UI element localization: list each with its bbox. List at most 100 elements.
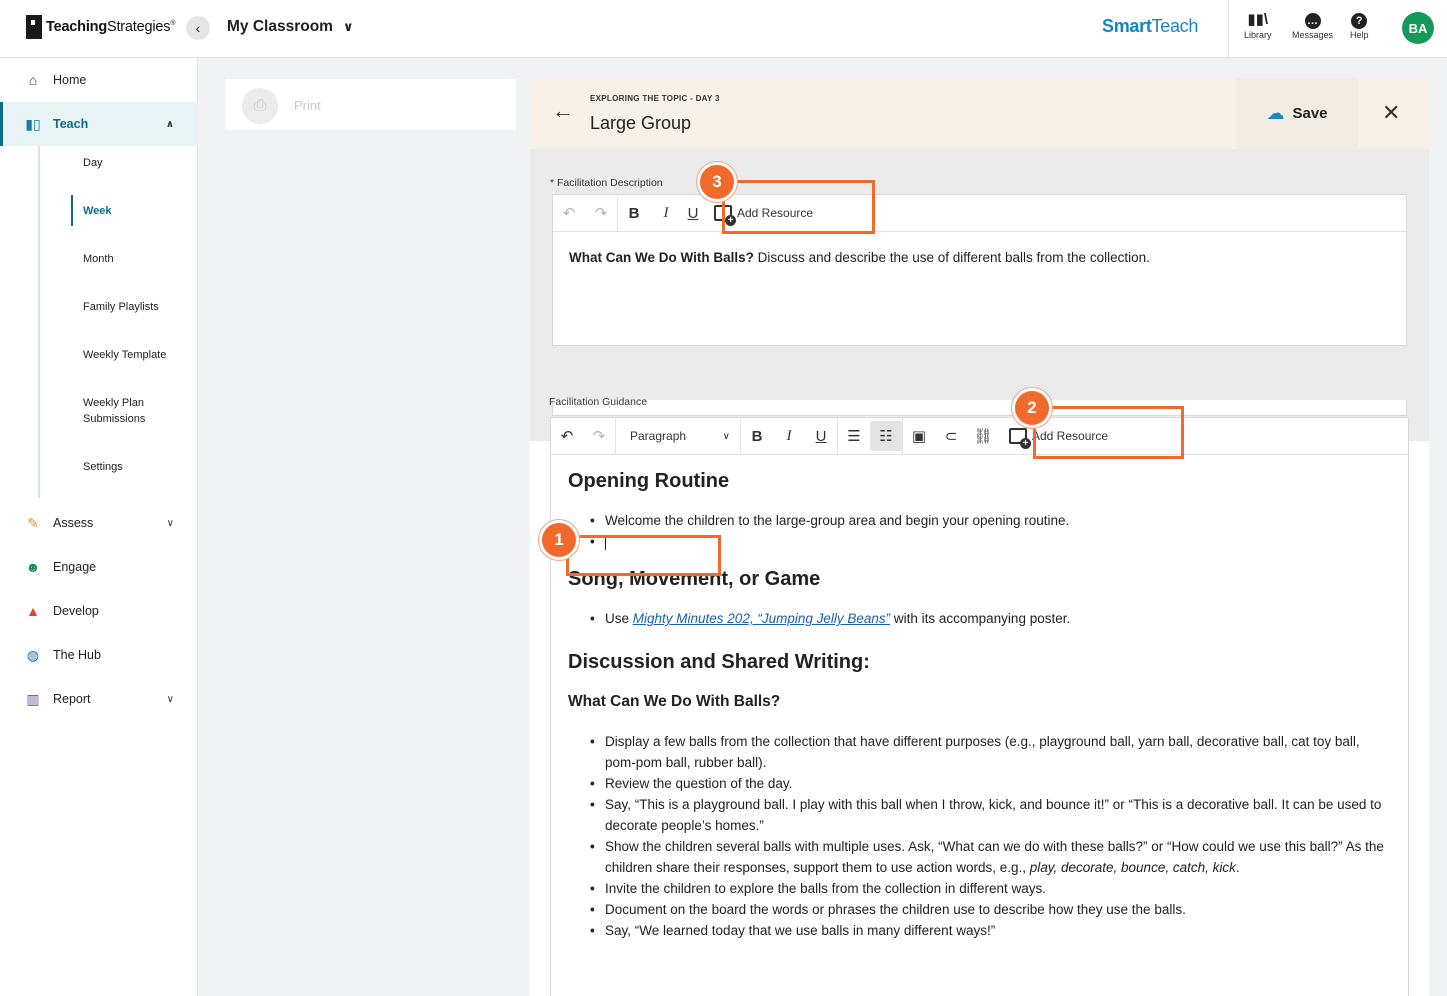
heading-opening-routine: Opening Routine — [568, 470, 730, 492]
list-item: Review the question of the day. — [568, 773, 1388, 794]
bold-icon[interactable]: B — [741, 418, 773, 455]
guidance-toolbar: ↶ ↷ Paragraph ∨ B I U ☰ ☷ ▣ ⊂ ⛓ Add Reso… — [551, 417, 1408, 455]
globe-icon: ◍ — [26, 646, 40, 663]
sidebar-subitem-day[interactable]: Day — [83, 155, 103, 171]
heading-balls: What Can We Do With Balls? — [568, 693, 781, 710]
bold-icon[interactable]: B — [618, 195, 650, 232]
help-icon: ? — [1350, 10, 1369, 30]
list-item: Welcome the children to the large-group … — [568, 510, 1388, 531]
description-label: * Facilitation Description — [550, 177, 663, 189]
description-editor[interactable]: ↶ ↷ B I U Add Resource What Can We Do Wi… — [552, 194, 1407, 346]
d4-text: Show the children several balls with mul… — [605, 839, 1384, 875]
discussion-list: Display a few balls from the collection … — [568, 731, 1388, 941]
sidebar-subitem-weekly-plan-submissions[interactable]: Weekly Plan Submissions — [83, 395, 173, 427]
messages-button[interactable]: … Messages — [1292, 10, 1333, 40]
user-avatar[interactable]: BA — [1402, 12, 1434, 44]
brand-smart: Smart — [1102, 16, 1152, 36]
sidebar-item-the-hub[interactable]: ◍ The Hub — [0, 633, 198, 677]
chevron-down-icon: ∨ — [166, 693, 174, 705]
print-button[interactable]: Print — [294, 98, 321, 113]
paragraph-format-select[interactable]: Paragraph ∨ — [616, 418, 740, 455]
bulleted-list-icon[interactable]: ☷ — [870, 421, 902, 451]
sidebar: ⌂ Home ▮▯ Teach ∧ Day Week Month Family … — [0, 58, 198, 996]
list-item: Use Mighty Minutes 202, “Jumping Jelly B… — [568, 608, 1388, 629]
italic-icon[interactable]: I — [773, 418, 805, 455]
sidebar-item-engage[interactable]: ☻ Engage — [0, 545, 198, 589]
bar-chart-icon: ▥ — [26, 690, 40, 707]
sidebar-item-label: Teach — [53, 117, 89, 131]
list-item: Document on the board the words or phras… — [568, 899, 1388, 920]
sidebar-subitem-family-playlists[interactable]: Family Playlists — [83, 299, 159, 315]
undo-icon[interactable]: ↶ — [553, 195, 585, 232]
library-label: Library — [1244, 30, 1272, 40]
redo-icon[interactable]: ↷ — [585, 195, 617, 232]
classroom-selector[interactable]: My Classroom ∨ — [227, 18, 354, 36]
help-button[interactable]: ? Help — [1350, 10, 1369, 40]
song-list: Use Mighty Minutes 202, “Jumping Jelly B… — [568, 608, 1388, 629]
add-resource-icon — [1009, 428, 1031, 449]
italic-icon[interactable]: I — [650, 195, 682, 232]
callout-box-3 — [722, 180, 875, 234]
chevron-down-icon: ∨ — [166, 517, 174, 529]
sidebar-item-report[interactable]: ▥ Report ∨ — [0, 677, 198, 721]
graduation-cap-icon: ▲ — [26, 603, 40, 619]
guidance-editor[interactable]: ↶ ↷ Paragraph ∨ B I U ☰ ☷ ▣ ⊂ ⛓ Add Reso… — [550, 417, 1409, 996]
image-icon[interactable]: ▣ — [903, 418, 935, 455]
guidance-label: Facilitation Guidance — [549, 396, 648, 408]
logo-light-text: Strategies — [106, 19, 171, 35]
header-divider — [1228, 0, 1229, 58]
attachment-icon[interactable]: ⊂ — [935, 418, 967, 455]
logo-mark-icon — [26, 15, 42, 39]
cloud-upload-icon: ☁ — [1266, 103, 1285, 123]
callout-box-1 — [566, 535, 721, 576]
editor-header: ← EXPLORING THE TOPIC - DAY 3 Large Grou… — [530, 78, 1429, 149]
sidebar-item-label: Home — [53, 73, 87, 87]
numbered-list-icon[interactable]: ☰ — [838, 418, 870, 455]
description-bold: What Can We Do With Balls? — [569, 250, 754, 265]
sidebar-item-label: Develop — [53, 604, 99, 618]
collapse-sidebar-button[interactable]: ‹ — [186, 16, 210, 40]
sidebar-item-develop[interactable]: ▲ Develop — [0, 589, 198, 633]
list-item: Display a few balls from the collection … — [568, 731, 1388, 773]
library-button[interactable]: ▮▮\ Library — [1244, 10, 1272, 40]
sidebar-item-teach[interactable]: ▮▯ Teach ∧ — [0, 102, 198, 146]
redo-icon[interactable]: ↷ — [583, 418, 615, 455]
resize-handle[interactable] — [552, 400, 1407, 416]
sidebar-item-label: Report — [53, 692, 91, 706]
underline-icon[interactable]: U — [682, 195, 704, 232]
underline-icon[interactable]: U — [805, 418, 837, 455]
back-arrow-icon[interactable]: ← — [552, 98, 574, 124]
description-text[interactable]: What Can We Do With Balls? Discuss and d… — [569, 250, 1150, 265]
list-item: Invite the children to explore the balls… — [568, 878, 1388, 899]
heading-discussion: Discussion and Shared Writing: — [568, 651, 870, 673]
library-icon: ▮▮\ — [1247, 11, 1269, 28]
sidebar-item-label: The Hub — [53, 648, 101, 662]
sidebar-item-home[interactable]: ⌂ Home — [0, 58, 198, 102]
undo-icon[interactable]: ↶ — [551, 418, 583, 455]
pencil-icon: ✎ — [27, 514, 39, 531]
list-item: Say, “We learned today that we use balls… — [568, 920, 1388, 941]
brand-teach: Teach — [1151, 16, 1199, 36]
callout-badge-3: 3 — [697, 162, 737, 202]
sidebar-subitem-weekly-template[interactable]: Weekly Template — [83, 347, 166, 363]
help-label: Help — [1350, 30, 1369, 40]
close-icon[interactable]: ✕ — [1382, 100, 1400, 126]
teaching-strategies-logo[interactable]: TeachingStrategies® — [26, 15, 175, 39]
home-icon: ⌂ — [28, 72, 38, 88]
sidebar-subitem-settings[interactable]: Settings — [83, 459, 123, 475]
messages-label: Messages — [1292, 30, 1334, 40]
book-icon: ▮▯ — [25, 115, 41, 132]
save-button[interactable]: ☁ Save — [1236, 78, 1358, 149]
mighty-minutes-link[interactable]: Mighty Minutes 202, “Jumping Jelly Beans… — [633, 611, 890, 626]
editor-kicker: EXPLORING THE TOPIC - DAY 3 — [590, 94, 720, 103]
link-icon[interactable]: ⛓ — [967, 418, 999, 455]
description-rest: Discuss and describe the use of differen… — [753, 250, 1150, 265]
sidebar-item-assess[interactable]: ✎ Assess ∨ — [0, 501, 198, 545]
paragraph-label: Paragraph — [630, 429, 687, 443]
print-panel: ⎙ Print — [226, 79, 516, 130]
chevron-left-icon: ‹ — [195, 20, 201, 36]
d4-italic: play, decorate, bounce, catch, kick — [1029, 860, 1236, 875]
printer-icon[interactable]: ⎙ — [242, 88, 278, 124]
sidebar-subitem-week[interactable]: Week — [83, 203, 112, 219]
sidebar-subitem-month[interactable]: Month — [83, 251, 114, 267]
